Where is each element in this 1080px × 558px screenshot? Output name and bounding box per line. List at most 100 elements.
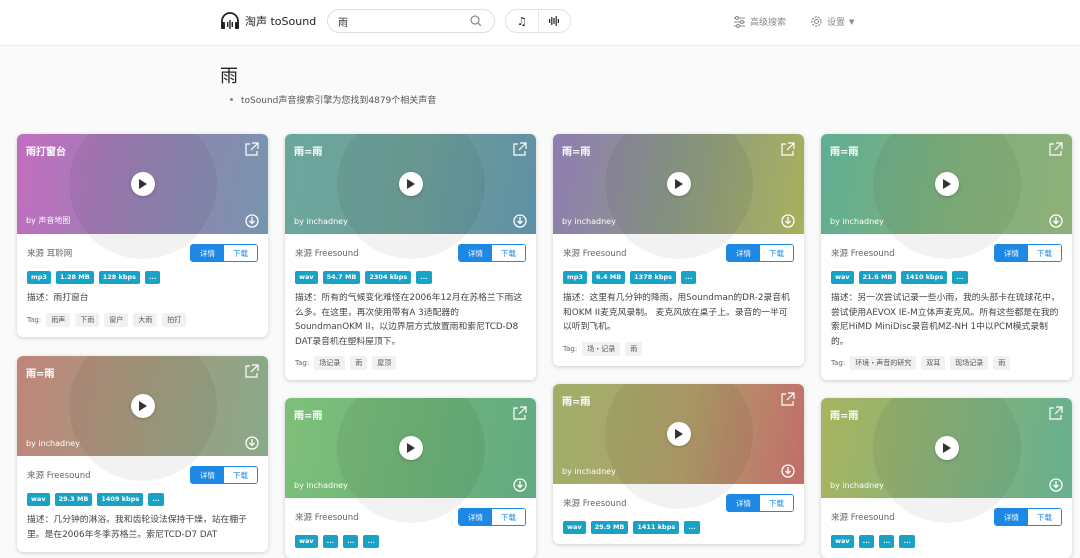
tag-chip[interactable]: 大雨 <box>133 312 158 327</box>
detail-button[interactable]: 详情 <box>191 467 224 483</box>
meta-badge[interactable]: ... <box>684 521 700 534</box>
tag-chip[interactable]: 场・记录 <box>582 341 621 356</box>
play-button[interactable] <box>666 172 691 196</box>
music-note-icon[interactable]: ♫ <box>506 10 539 32</box>
play-button[interactable] <box>934 436 959 460</box>
tag-chip[interactable]: 现场记录 <box>950 356 989 370</box>
meta-badge[interactable]: ... <box>952 271 968 284</box>
tag-chip[interactable]: 屋顶 <box>372 356 397 370</box>
detail-button[interactable]: 详情 <box>995 245 1028 261</box>
download-circle-icon[interactable] <box>1049 214 1063 228</box>
meta-badge[interactable]: ... <box>681 271 697 284</box>
detail-button[interactable]: 详情 <box>727 495 760 511</box>
tag-list: Tag: 雨声 下雨 窗户 大雨 拍打 <box>27 312 258 327</box>
download-button[interactable]: 下载 <box>1028 245 1061 261</box>
play-icon <box>675 429 683 439</box>
detail-button[interactable]: 详情 <box>995 509 1028 525</box>
external-link-icon[interactable] <box>780 142 795 157</box>
search-box[interactable] <box>327 9 495 33</box>
tag-chip[interactable]: 场记录 <box>314 356 346 370</box>
detail-button[interactable]: 详情 <box>459 245 492 261</box>
sound-card: 雨=雨 by inchadney 来源 Freesound 详情 下载 wav.… <box>285 398 536 558</box>
card-title[interactable]: 雨=雨 <box>294 143 322 158</box>
meta-badge[interactable]: ... <box>858 535 875 548</box>
meta-badge: 54.7 MB <box>322 271 361 284</box>
search-mode-toggle: ♫ <box>505 9 571 33</box>
tag-chip[interactable]: 环境・声音的研究 <box>850 356 917 370</box>
query-title: 雨 <box>220 66 238 87</box>
tag-chip[interactable]: 雨 <box>350 356 368 370</box>
card-title[interactable]: 雨=雨 <box>562 393 590 408</box>
waveform-icon[interactable] <box>539 10 571 32</box>
meta-badge[interactable]: ... <box>322 535 339 548</box>
sliders-icon <box>734 15 745 28</box>
external-link-icon[interactable] <box>512 142 527 157</box>
meta-badges: mp3 6.4 MB 1378 kbps... <box>563 271 794 284</box>
search-input[interactable] <box>338 15 470 27</box>
external-link-icon[interactable] <box>244 142 259 157</box>
card-title[interactable]: 雨=雨 <box>562 143 590 158</box>
external-link-icon[interactable] <box>1048 406 1063 421</box>
external-link-icon[interactable] <box>512 406 527 421</box>
play-button[interactable] <box>398 436 423 460</box>
tag-chip[interactable]: 拍打 <box>162 312 187 327</box>
tag-chip[interactable]: 雨声 <box>46 312 71 327</box>
meta-badges: wav 29.9 MB 1411 kbps... <box>563 521 794 534</box>
download-circle-icon[interactable] <box>245 436 259 450</box>
download-circle-icon[interactable] <box>1049 478 1063 492</box>
search-icon[interactable] <box>470 14 484 28</box>
meta-badge: 2304 kbps <box>365 271 412 284</box>
tag-chip[interactable]: 雨 <box>625 341 643 356</box>
settings-menu[interactable]: 设置 ▼ <box>810 15 854 28</box>
meta-badge: 1378 kbps <box>630 271 677 284</box>
download-circle-icon[interactable] <box>781 214 795 228</box>
meta-badge[interactable]: ... <box>899 535 915 548</box>
card-actions: 详情 下载 <box>190 466 258 484</box>
download-circle-icon[interactable] <box>513 478 527 492</box>
download-button[interactable]: 下载 <box>760 245 793 261</box>
card-title[interactable]: 雨=雨 <box>26 365 54 380</box>
card-title[interactable]: 雨打窗台 <box>26 143 66 158</box>
download-circle-icon[interactable] <box>781 464 795 478</box>
play-button[interactable] <box>666 422 691 446</box>
play-button[interactable] <box>130 394 155 418</box>
play-button[interactable] <box>934 172 959 196</box>
external-link-icon[interactable] <box>244 364 259 379</box>
download-button[interactable]: 下载 <box>224 467 257 483</box>
card-title[interactable]: 雨=雨 <box>830 143 858 158</box>
tag-chip[interactable]: 下雨 <box>75 312 100 327</box>
download-circle-icon[interactable] <box>513 214 527 228</box>
meta-badge[interactable]: ... <box>148 493 164 506</box>
meta-badge[interactable]: ... <box>145 271 161 284</box>
site-logo[interactable]: 淘声 toSound <box>220 12 316 30</box>
detail-button[interactable]: 详情 <box>459 509 492 525</box>
tag-chip[interactable]: 窗户 <box>104 312 129 327</box>
meta-badge: 1.28 MB <box>55 271 94 284</box>
external-link-icon[interactable] <box>1048 142 1063 157</box>
download-button[interactable]: 下载 <box>492 509 525 525</box>
tag-chip[interactable]: 双耳 <box>921 356 946 370</box>
card-source: 来源 Freesound <box>563 249 627 259</box>
download-circle-icon[interactable] <box>245 214 259 228</box>
card-source: 来源 Freesound <box>831 513 895 523</box>
card-description: 描述：所有的气候变化难怪在2006年12月在苏格兰下雨这么多。在这里，再次使用带… <box>295 293 523 347</box>
detail-button[interactable]: 详情 <box>727 245 760 261</box>
meta-badge[interactable]: ... <box>879 535 895 548</box>
external-link-icon[interactable] <box>780 392 795 407</box>
download-button[interactable]: 下载 <box>492 245 525 261</box>
play-button[interactable] <box>398 172 423 196</box>
meta-badge: 29.3 MB <box>54 493 93 506</box>
card-title[interactable]: 雨=雨 <box>294 407 322 422</box>
play-button[interactable] <box>130 172 155 196</box>
tag-chip[interactable]: 雨 <box>993 356 1011 370</box>
card-title[interactable]: 雨=雨 <box>830 407 858 422</box>
download-button[interactable]: 下载 <box>224 245 257 261</box>
meta-badge[interactable]: ... <box>363 535 379 548</box>
meta-badge[interactable]: ... <box>343 535 359 548</box>
detail-button[interactable]: 详情 <box>191 245 224 261</box>
advanced-search-link[interactable]: 高级搜索 <box>733 15 786 28</box>
play-icon <box>943 179 951 189</box>
download-button[interactable]: 下载 <box>760 495 793 511</box>
download-button[interactable]: 下载 <box>1028 509 1061 525</box>
meta-badge[interactable]: ... <box>416 271 432 284</box>
